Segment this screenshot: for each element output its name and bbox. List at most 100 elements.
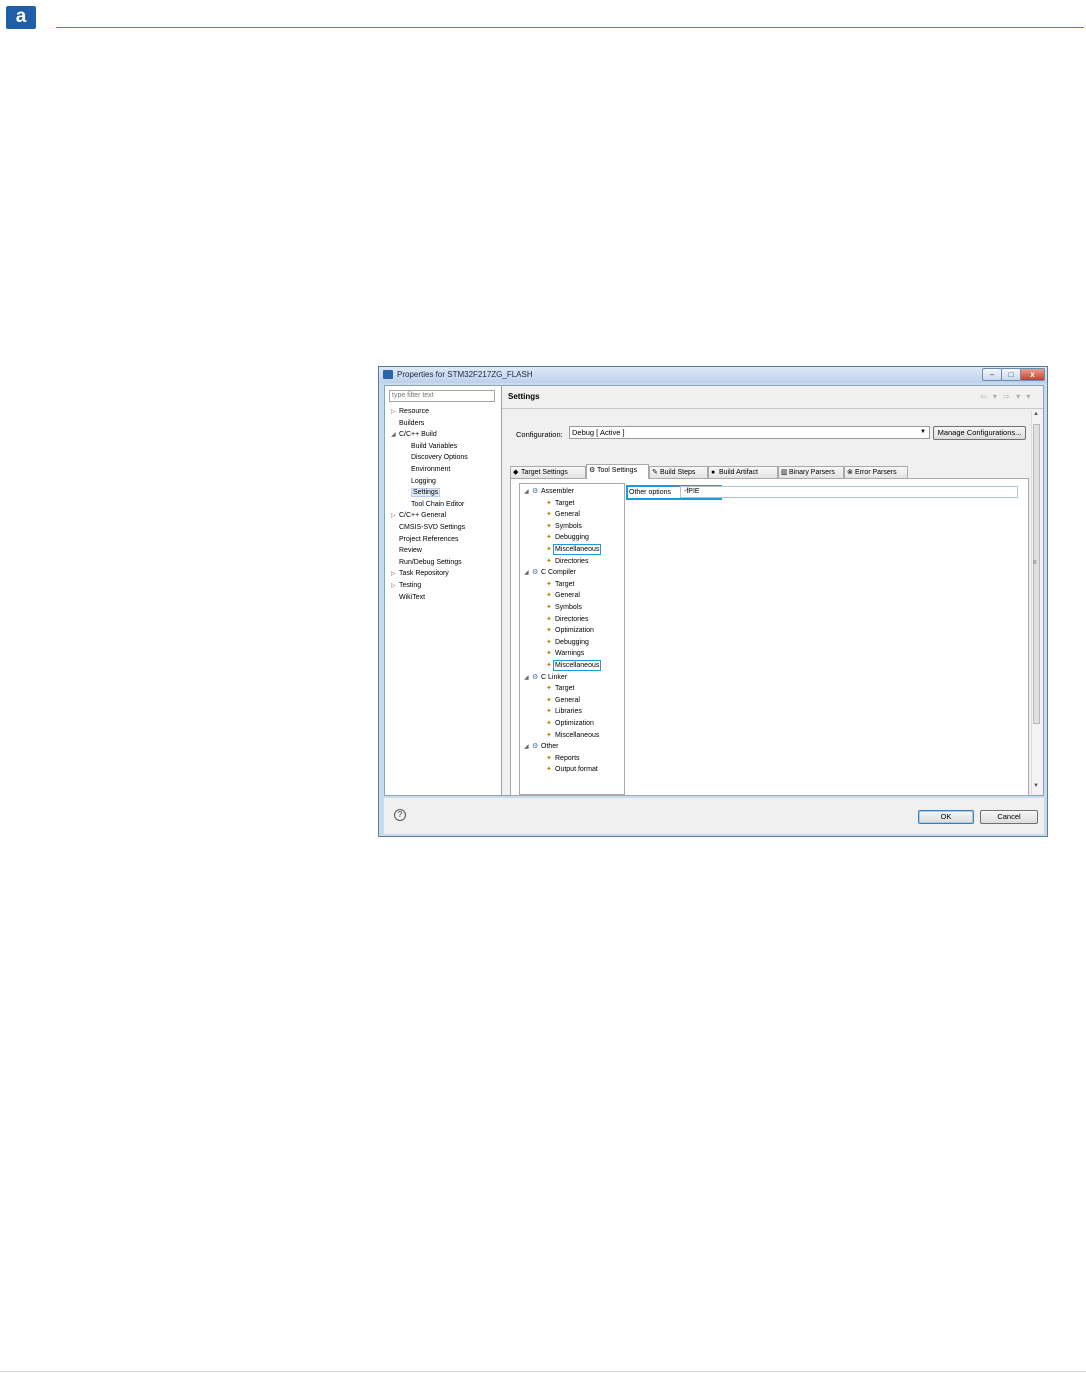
tool-option[interactable]: ✦ Optimization: [546, 718, 594, 729]
nav-item[interactable]: Project References: [391, 534, 459, 545]
tab-binary-parsers[interactable]: ▥Binary Parsers: [778, 466, 844, 478]
tree-node-label: C Linker: [541, 673, 568, 681]
nav-item[interactable]: ▷ Resource: [391, 406, 429, 417]
tool-option[interactable]: ✦ Debugging: [546, 532, 589, 543]
tool-option[interactable]: ✦ Warnings: [546, 648, 584, 659]
nav-item[interactable]: Environment: [403, 464, 450, 475]
tool-group[interactable]: ◢ ⚙ C Compiler: [524, 567, 576, 578]
tab-build-steps[interactable]: ✎ Build Steps: [649, 466, 708, 478]
option-icon: ✦: [546, 522, 552, 530]
tool-option[interactable]: ✦ Miscellaneous: [546, 730, 599, 741]
tool-option[interactable]: ✦ Symbols: [546, 521, 582, 532]
tool-option[interactable]: ✦ Directories: [546, 614, 588, 625]
tool-icon: ⚙: [532, 488, 539, 495]
tree-node-label: Assembler: [541, 488, 575, 495]
maximize-button[interactable]: □: [1001, 368, 1021, 381]
tool-option[interactable]: ✦ Miscellaneous: [546, 544, 602, 555]
expand-icon[interactable]: ◢: [524, 742, 532, 753]
nav-item-label: Review: [399, 547, 422, 555]
tool-option[interactable]: ✦ Libraries: [546, 706, 582, 717]
app-icon: [383, 370, 393, 379]
tool-option[interactable]: ✦ General: [546, 509, 580, 520]
option-icon: ✦: [546, 766, 552, 774]
tool-group[interactable]: ◢ ⚙ Assembler: [524, 486, 574, 497]
nav-item[interactable]: Builders: [391, 418, 424, 429]
tab-label: Target Settings: [521, 469, 568, 476]
nav-item[interactable]: ▷ C/C++ General: [391, 510, 446, 521]
option-icon: ✦: [546, 511, 552, 519]
tool-option[interactable]: ✦ Target: [546, 683, 574, 694]
scroll-up-icon[interactable]: ▲: [1033, 411, 1039, 417]
nav-item[interactable]: ◢ C/C++ Build: [391, 429, 437, 440]
tab-icon: ●: [711, 469, 716, 476]
tool-option[interactable]: ✦ General: [546, 695, 580, 706]
nav-item[interactable]: ▷ Task Repository: [391, 568, 449, 579]
tool-group[interactable]: ◢ ⚙ C Linker: [524, 672, 567, 683]
scroll-down-icon[interactable]: ▼: [1033, 783, 1039, 789]
other-options-input[interactable]: -fPIE: [680, 486, 1018, 498]
nav-item[interactable]: ▷ Testing: [391, 580, 421, 591]
option-icon: ✦: [546, 754, 552, 762]
tool-group[interactable]: ◢ ⚙ Other: [524, 741, 559, 752]
brand-logo: a: [6, 6, 36, 29]
tool-option[interactable]: ✦ General: [546, 590, 580, 601]
nav-item-label: Build Variables: [411, 442, 458, 450]
tree-node-label: General: [555, 592, 580, 600]
filter-input[interactable]: type filter text: [389, 390, 495, 402]
expand-icon[interactable]: ◢: [524, 673, 532, 684]
help-icon[interactable]: ?: [394, 809, 406, 821]
twisty-icon[interactable]: ▷: [391, 581, 399, 592]
vertical-scrollbar[interactable]: ▲ ≡ ▼: [1031, 410, 1042, 794]
expand-icon[interactable]: ◢: [524, 487, 532, 498]
tool-option[interactable]: ✦ Target: [546, 498, 574, 509]
minimize-button[interactable]: –: [982, 368, 1002, 381]
ok-button[interactable]: OK: [918, 810, 974, 824]
twisty-icon[interactable]: ◢: [391, 430, 399, 441]
tool-option[interactable]: ✦ Optimization: [546, 625, 594, 636]
tab-build-artifact[interactable]: ● Build Artifact: [708, 466, 778, 478]
tab-tool-settings[interactable]: ⚙ Tool Settings: [586, 464, 649, 479]
manage-configurations-button[interactable]: Manage Configurations...: [933, 426, 1026, 440]
tab-label: Tool Settings: [597, 467, 638, 474]
history-nav-arrows[interactable]: ⇦ ▾ ⇨ ▾ ▾: [980, 392, 1032, 401]
tool-option[interactable]: ✦ Symbols: [546, 602, 582, 613]
tool-option[interactable]: ✦ Reports: [546, 753, 580, 764]
expand-icon[interactable]: ◢: [524, 568, 532, 579]
nav-item[interactable]: Discovery Options: [403, 452, 468, 463]
tab-label: Error Parsers: [855, 469, 897, 476]
nav-item-label: Testing: [399, 582, 422, 589]
nav-item[interactable]: Settings: [403, 487, 441, 498]
twisty-icon[interactable]: ▷: [391, 511, 399, 522]
tab-label: Build Steps: [660, 469, 696, 476]
nav-item[interactable]: Build Variables: [403, 441, 457, 452]
nav-item-label: Task Repository: [399, 570, 449, 578]
tab-target-settings[interactable]: ◆ Target Settings: [510, 466, 586, 478]
tool-option[interactable]: ✦ Target: [546, 579, 574, 590]
nav-item-label: Environment: [411, 466, 451, 473]
tool-option[interactable]: ✦ Directories: [546, 556, 588, 567]
tree-node-label: Miscellaneous: [552, 660, 602, 671]
tool-option[interactable]: ✦ Miscellaneous: [546, 660, 602, 671]
nav-item[interactable]: WikiText: [391, 592, 425, 603]
configuration-value: Debug [ Active ]: [572, 428, 625, 437]
dialog-title: Properties for STM32F217ZG_FLASH: [397, 370, 533, 379]
nav-item[interactable]: Run/Debug Settings: [391, 557, 462, 568]
tool-option[interactable]: ✦ Output format: [546, 764, 598, 775]
configuration-select[interactable]: Debug [ Active ] ▼: [569, 426, 930, 439]
dialog-titlebar[interactable]: Properties for STM32F217ZG_FLASH – □ x: [379, 367, 1047, 383]
tool-option[interactable]: ✦ Debugging: [546, 637, 589, 648]
nav-item-label: CMSIS-SVD Settings: [399, 524, 466, 531]
nav-item[interactable]: Tool Chain Editor: [403, 499, 464, 510]
tab-error-parsers[interactable]: ⊗ Error Parsers: [844, 466, 908, 478]
settings-page: Settings ⇦ ▾ ⇨ ▾ ▾ Configuration: Debug …: [502, 386, 1043, 796]
nav-item[interactable]: Review: [391, 545, 422, 556]
twisty-icon[interactable]: ▷: [391, 569, 399, 580]
cancel-button[interactable]: Cancel: [980, 810, 1038, 824]
nav-item[interactable]: Logging: [403, 476, 436, 487]
twisty-icon[interactable]: ▷: [391, 407, 399, 418]
tab-label: Build Artifact: [719, 469, 758, 476]
nav-item-label: C/C++ Build: [399, 431, 437, 439]
scrollbar-thumb[interactable]: [1033, 424, 1040, 724]
nav-item[interactable]: CMSIS-SVD Settings: [391, 522, 465, 533]
close-button[interactable]: x: [1020, 368, 1045, 381]
